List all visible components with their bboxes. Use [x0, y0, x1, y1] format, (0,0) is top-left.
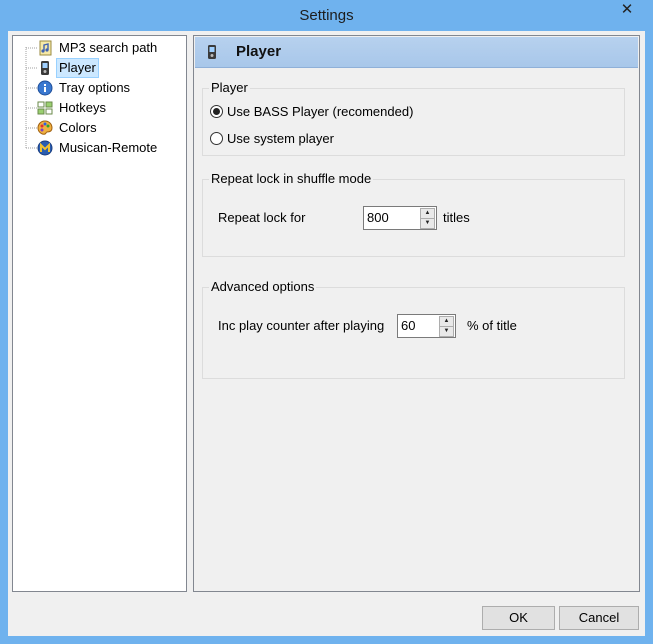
play-counter-label: Inc play counter after playing: [218, 318, 385, 333]
play-counter-input[interactable]: [398, 315, 437, 335]
settings-tree[interactable]: MP3 search path Player Tray options Hotk…: [12, 35, 187, 592]
player-groupbox: Player Use BASS Player (recomended) Use …: [202, 80, 625, 156]
phone-player-icon: [208, 45, 216, 59]
ok-button[interactable]: OK: [482, 606, 555, 630]
system-player-radio[interactable]: Use system player: [210, 130, 334, 148]
close-icon: ✕: [620, 1, 634, 18]
radio-button[interactable]: [210, 132, 223, 145]
info-icon: [37, 80, 53, 96]
title-bar: Settings ✕: [0, 0, 653, 31]
music-file-icon: [39, 40, 52, 56]
tree-item-label: MP3 search path: [59, 40, 158, 55]
advanced-options-groupbox: Advanced options Inc play counter after …: [202, 279, 625, 379]
play-counter-stepper[interactable]: ▲ ▼: [397, 314, 456, 338]
group-legend: Repeat lock in shuffle mode: [209, 171, 374, 186]
tree-item-label: Hotkeys: [59, 100, 106, 115]
tree-item-label: Tray options: [59, 80, 131, 95]
palette-icon: [37, 120, 53, 135]
repeat-lock-label: Repeat lock for: [218, 210, 306, 225]
play-counter-suffix: % of title: [467, 318, 517, 333]
group-legend: Player: [209, 80, 250, 95]
repeat-lock-groupbox: Repeat lock in shuffle mode Repeat lock …: [202, 171, 625, 257]
panel-header: Player: [195, 37, 638, 68]
cancel-button[interactable]: Cancel: [559, 606, 639, 630]
window-title: Settings: [299, 7, 354, 24]
stepper-arrows[interactable]: ▲ ▼: [420, 208, 435, 229]
tree-item-label: Musican-Remote: [59, 140, 158, 155]
dialog-client: MP3 search path Player Tray options Hotk…: [8, 31, 645, 636]
tree-item-label: Player: [56, 58, 99, 78]
remote-m-icon: [37, 140, 53, 156]
group-legend: Advanced options: [209, 279, 317, 294]
phone-player-icon: [41, 61, 49, 75]
repeat-lock-input[interactable]: [364, 207, 417, 227]
stepper-arrows[interactable]: ▲ ▼: [439, 316, 454, 337]
repeat-lock-suffix: titles: [443, 210, 470, 225]
radio-label: Use BASS Player (recomended): [227, 104, 414, 119]
keyboard-icon: [37, 101, 53, 115]
panel-title: Player: [236, 43, 282, 60]
radio-button[interactable]: [210, 105, 223, 118]
close-button[interactable]: ✕: [606, 0, 648, 20]
spin-down-icon[interactable]: ▼: [420, 218, 435, 229]
repeat-lock-stepper[interactable]: ▲ ▼: [363, 206, 437, 230]
radio-label: Use system player: [227, 131, 334, 146]
tree-item-label: Colors: [59, 120, 97, 135]
spin-down-icon[interactable]: ▼: [439, 326, 454, 337]
bass-player-radio[interactable]: Use BASS Player (recomended): [210, 103, 413, 121]
settings-panel: Player Player Use BASS Player (recomende…: [193, 35, 640, 592]
